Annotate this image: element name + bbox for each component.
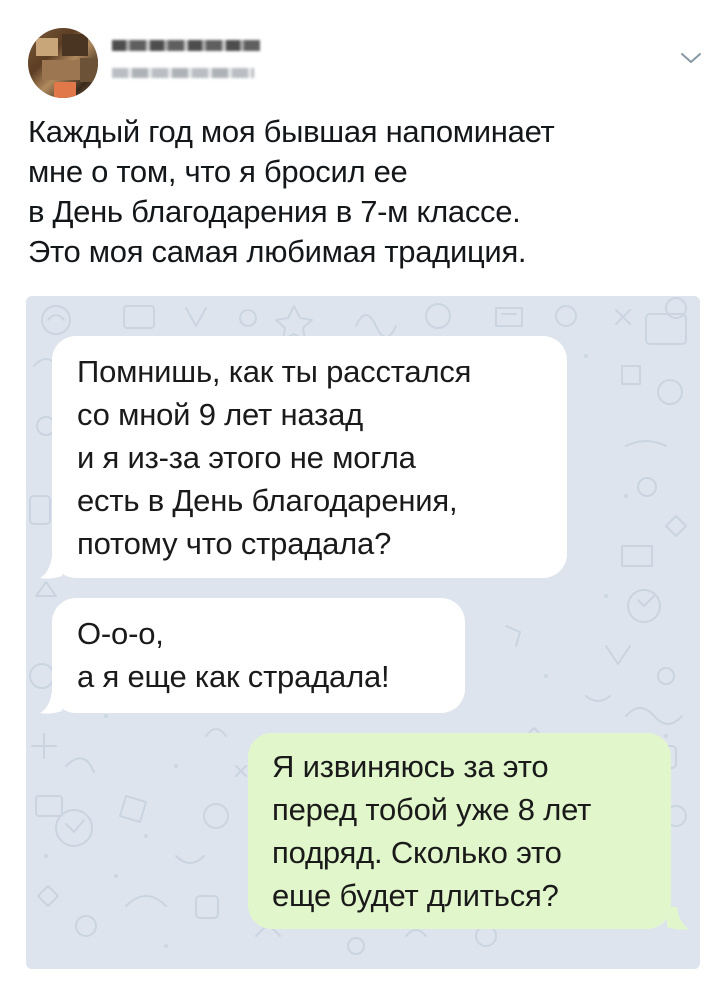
chevron-down-icon[interactable] bbox=[680, 50, 702, 66]
message-line: и я из-за этого не могла bbox=[77, 440, 416, 475]
tweet-text-line: Это моя самая любимая традиция. bbox=[28, 234, 527, 269]
message-line: подряд. Сколько это bbox=[272, 835, 562, 870]
message-bubble-incoming[interactable]: О-о-о, а я еще как страдала! bbox=[52, 598, 465, 713]
blurred-display-name[interactable] bbox=[112, 40, 260, 51]
blurred-username[interactable] bbox=[112, 68, 254, 78]
message-line: есть в День благодарения, bbox=[77, 483, 458, 518]
message-bubble-incoming[interactable]: Помнишь, как ты расстался со мной 9 лет … bbox=[52, 336, 567, 578]
message-line: перед тобой уже 8 лет bbox=[272, 792, 592, 827]
message-line: Я извиняюсь за это bbox=[272, 749, 549, 784]
message-line: а я еще как страдала! bbox=[77, 659, 390, 694]
message-line: еще будет длиться? bbox=[272, 878, 559, 913]
message-line: потому что страдала? bbox=[77, 526, 392, 561]
message-line: со мной 9 лет назад bbox=[77, 397, 364, 432]
avatar[interactable] bbox=[28, 28, 98, 98]
message-bubble-outgoing[interactable]: Я извиняюсь за это перед тобой уже 8 лет… bbox=[248, 733, 671, 929]
tweet-header bbox=[0, 0, 728, 110]
tweet-text-line: мне о том, что я бросил ее bbox=[28, 154, 408, 189]
tweet-text-line: Каждый год моя бывшая напоминает bbox=[28, 114, 555, 149]
message-line: О-о-о, bbox=[77, 616, 164, 651]
tweet-text-line: в День благодарения в 7-м классе. bbox=[28, 194, 521, 229]
tweet-text: Каждый год моя бывшая напоминает мне о т… bbox=[28, 112, 700, 272]
message-line: Помнишь, как ты расстался bbox=[77, 354, 472, 389]
